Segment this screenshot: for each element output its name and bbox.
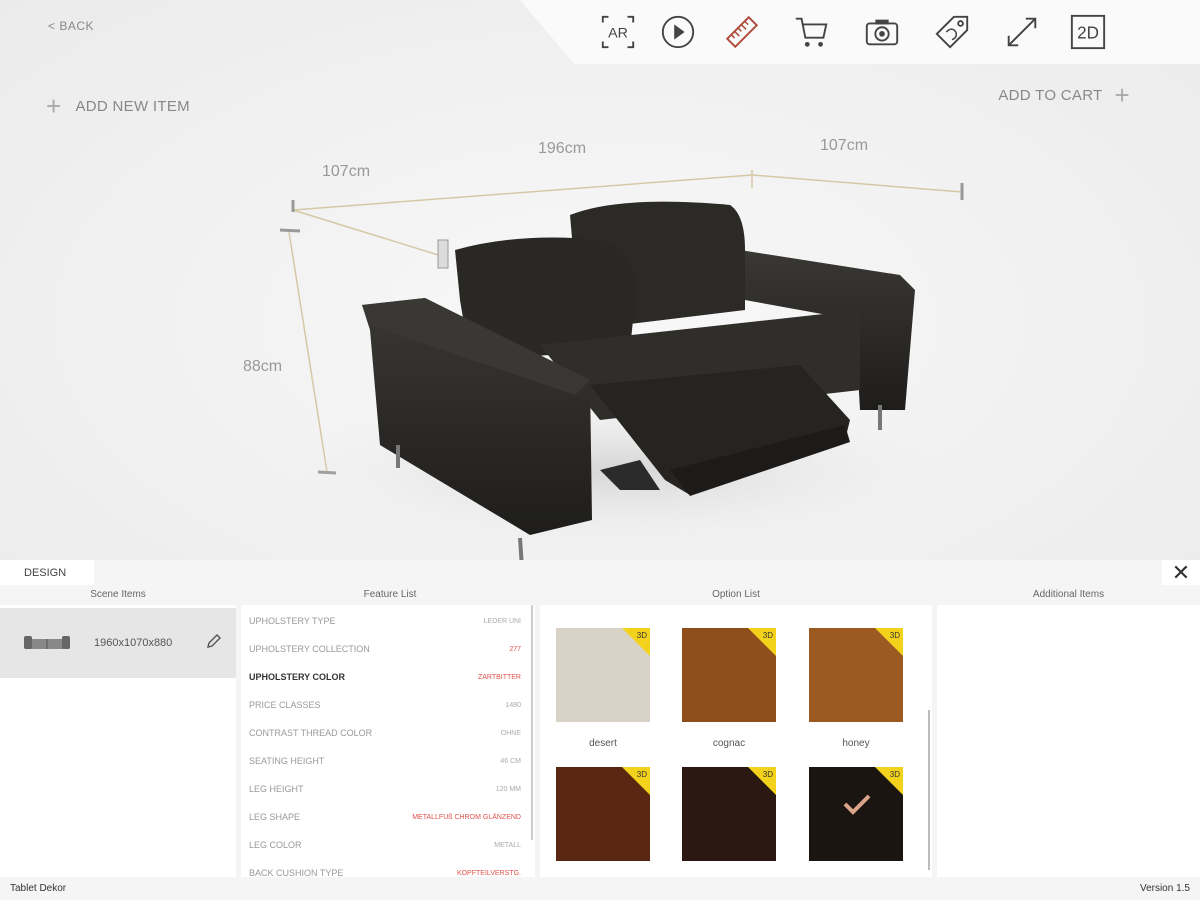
sofa-thumbnail-icon (24, 636, 70, 649)
dimension-depth-left: 107cm (322, 163, 371, 180)
cart-button[interactable] (792, 12, 832, 52)
feature-name: UPHOLSTERY COLLECTION (249, 644, 370, 654)
feature-row[interactable]: UPHOLSTERY COLLECTION 277 (249, 635, 521, 663)
back-button[interactable]: < BACK (48, 19, 94, 33)
add-new-item-label: ADD NEW ITEM (75, 97, 190, 115)
feature-value: 120 MM (495, 785, 521, 793)
swatch-label: cognac (712, 738, 746, 749)
swatch-desert[interactable]: 3D (556, 628, 650, 722)
swatch-brown[interactable]: 3D (556, 767, 650, 861)
swatch-label: honey (842, 738, 870, 749)
option-list-header: Option List (712, 589, 760, 600)
feature-name: UPHOLSTERY TYPE (249, 616, 336, 626)
feature-row[interactable]: CONTRAST THREAD COLOR OHNE (249, 719, 521, 747)
feature-row[interactable]: UPHOLSTERY TYPE LEDER UNI (249, 607, 521, 635)
feature-value: LEDER UNI (483, 617, 521, 625)
fullscreen-button[interactable] (1002, 12, 1042, 52)
design-panel: DESIGN ✕ Scene Items Feature List Option… (0, 560, 1200, 900)
feature-name: PRICE CLASSES (249, 700, 321, 710)
toolbar: AR 2D (520, 0, 1200, 64)
3d-viewport[interactable]: < BACK AR 2D + ADD NEW ITEM ADD TO CART … (0, 0, 1200, 585)
cart-icon (795, 17, 828, 47)
feature-name: LEG COLOR (249, 840, 302, 850)
scene-item-dimensions: 1960x1070x880 (94, 637, 173, 649)
price-tag-button[interactable] (932, 12, 972, 52)
additional-items-header: Additional Items (1032, 589, 1105, 600)
feature-list-header: Feature List (363, 589, 417, 600)
additional-items-list (937, 605, 1200, 877)
feature-row[interactable]: SEATING HEIGHT 46 CM (249, 747, 521, 775)
2d-icon: 2D (1070, 14, 1106, 50)
swatch-cognac[interactable]: 3D (682, 628, 776, 722)
camera-icon (865, 19, 899, 46)
feature-value: KOPFTEILVERSTG. (456, 869, 521, 877)
tab-design[interactable]: DESIGN (0, 560, 94, 585)
svg-text:2D: 2D (1077, 24, 1099, 43)
footer-version: Version 1.5 (1139, 883, 1190, 894)
swatch-selected[interactable]: 3D (809, 767, 903, 861)
feature-row[interactable]: LEG HEIGHT 120 MM (249, 775, 521, 803)
measure-button[interactable] (722, 12, 762, 52)
2d-button[interactable]: 2D (1068, 12, 1108, 52)
ruler-icon (725, 15, 759, 49)
svg-text:AR: AR (608, 26, 628, 42)
screenshot-button[interactable] (862, 12, 902, 52)
feature-value: 46 CM (500, 757, 521, 765)
checkmark-icon (843, 794, 871, 815)
dimension-height: 88cm (243, 358, 283, 375)
option-scrollbar[interactable] (928, 710, 930, 870)
swatch-dark-brown[interactable]: 3D (682, 767, 776, 861)
feature-name: UPHOLSTERY COLOR (249, 672, 346, 682)
feature-scrollbar[interactable] (531, 605, 533, 840)
add-to-cart-button[interactable]: ADD TO CART + (998, 80, 1130, 110)
scene-items-header: Scene Items (90, 589, 146, 600)
scene-items-list: 1960x1070x880 (0, 605, 236, 877)
ar-button[interactable]: AR (598, 12, 638, 52)
close-icon: ✕ (1171, 559, 1191, 585)
add-to-cart-label: ADD TO CART (998, 86, 1103, 104)
feature-row[interactable]: LEG SHAPE METALLFUß CHROM GLÄNZEND (249, 803, 521, 831)
feature-name: BACK CUSHION TYPE (249, 868, 344, 877)
edit-icon[interactable] (206, 633, 222, 649)
close-panel-button[interactable]: ✕ (1162, 560, 1200, 585)
ar-icon: AR (601, 15, 635, 49)
plus-icon: + (46, 91, 62, 121)
dimension-width: 196cm (538, 140, 587, 157)
play-button[interactable] (658, 12, 698, 52)
swatch-label: desert (589, 738, 617, 749)
feature-value: 1480 (505, 701, 521, 709)
play-icon (661, 15, 695, 49)
add-new-item-button[interactable]: + ADD NEW ITEM (46, 91, 190, 121)
feature-row[interactable]: LEG COLOR METALL (249, 831, 521, 859)
feature-value: 277 (509, 645, 521, 653)
feature-name: CONTRAST THREAD COLOR (249, 728, 373, 738)
feature-value: ZARTBITTER (477, 673, 521, 681)
feature-row[interactable]: BACK CUSHION TYPE KOPFTEILVERSTG. (249, 859, 521, 877)
feature-name: LEG SHAPE (249, 812, 301, 822)
feature-row-selected[interactable]: UPHOLSTERY COLOR ZARTBITTER (249, 663, 521, 691)
tag-icon (935, 15, 969, 49)
feature-value: METALLFUß CHROM GLÄNZEND (412, 813, 521, 821)
feature-list: UPHOLSTERY TYPE LEDER UNI UPHOLSTERY COL… (241, 605, 535, 877)
plus-icon: + (1114, 80, 1130, 110)
swatch-honey[interactable]: 3D (809, 628, 903, 722)
option-list: 3D desert 3D cognac 3D honey 3D 3D 3D (540, 605, 932, 877)
feature-row[interactable]: PRICE CLASSES 1480 (249, 691, 521, 719)
feature-value: METALL (494, 841, 521, 849)
expand-icon (1007, 17, 1037, 47)
feature-name: SEATING HEIGHT (249, 756, 325, 766)
scene-item[interactable]: 1960x1070x880 (0, 608, 236, 678)
feature-name: LEG HEIGHT (249, 784, 304, 794)
footer-app-name: Tablet Dekor (10, 883, 67, 894)
feature-value: OHNE (500, 729, 521, 737)
dimension-depth-right: 107cm (820, 137, 869, 154)
